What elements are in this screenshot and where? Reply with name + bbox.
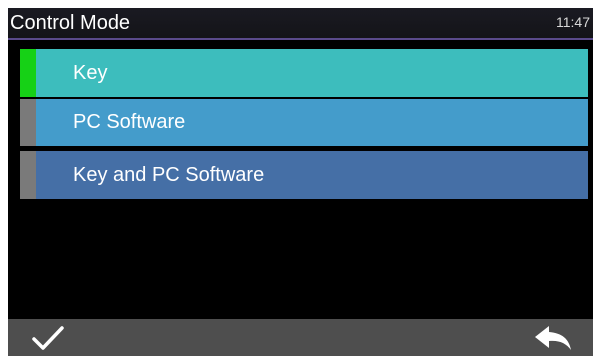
selection-indicator <box>20 99 36 146</box>
option-label: PC Software <box>73 111 186 133</box>
bottom-toolbar <box>8 319 593 356</box>
back-arrow-icon <box>535 325 571 350</box>
selection-indicator <box>20 151 36 199</box>
option-pc-software[interactable]: PC Software <box>20 99 588 146</box>
title-bar: Control Mode 11:47 <box>8 8 593 40</box>
checkmark-icon <box>32 325 64 350</box>
page-title: Control Mode <box>10 12 131 34</box>
back-button[interactable] <box>529 319 577 356</box>
option-key[interactable]: Key <box>20 49 588 97</box>
clock-time: 11:47 <box>556 14 590 30</box>
option-label: Key and PC Software <box>73 163 265 186</box>
confirm-button[interactable] <box>24 319 72 356</box>
selection-indicator <box>20 49 36 97</box>
device-screen: Control Mode 11:47 Key PC Software Key a… <box>8 8 593 356</box>
option-key-and-pc-software[interactable]: Key and PC Software <box>20 151 588 199</box>
option-label: Key <box>73 61 108 84</box>
